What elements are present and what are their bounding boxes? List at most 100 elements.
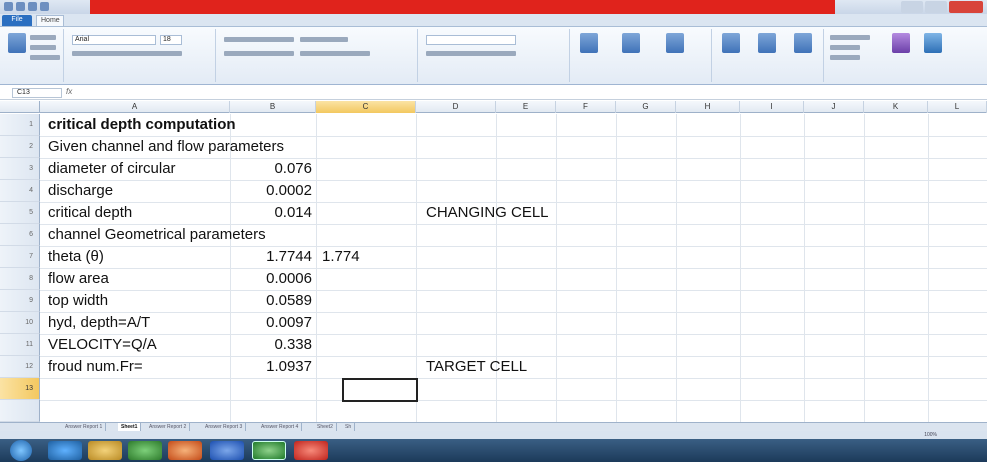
cell-styles-icon[interactable] xyxy=(666,33,684,53)
tab-file[interactable]: File xyxy=(2,15,32,26)
autosum-button[interactable] xyxy=(830,35,870,40)
cell-b5[interactable]: 0.014 xyxy=(232,204,312,222)
indent-buttons[interactable] xyxy=(224,51,294,56)
close-button[interactable] xyxy=(949,1,983,13)
sheet-tab-answer-report-1[interactable]: Answer Report 1 xyxy=(62,423,107,431)
cell-a9[interactable]: top width xyxy=(48,292,108,310)
row-header-9[interactable]: 9 xyxy=(0,290,40,312)
cell-b4[interactable]: 0.0002 xyxy=(232,182,312,200)
format-cells-icon[interactable] xyxy=(794,33,812,53)
tab-home[interactable]: Home xyxy=(36,15,64,26)
column-header-g[interactable]: G xyxy=(616,101,676,113)
cell-a12[interactable]: froud num.Fr= xyxy=(48,358,143,376)
row-header-1[interactable]: 1 xyxy=(0,114,40,136)
delete-cells-icon[interactable] xyxy=(758,33,776,53)
cell-a7[interactable]: theta (θ) xyxy=(48,248,104,266)
conditional-formatting-icon[interactable] xyxy=(580,33,598,53)
column-header-i[interactable]: I xyxy=(740,101,804,113)
paste-icon[interactable] xyxy=(8,33,26,53)
cell-b3[interactable]: 0.076 xyxy=(232,160,312,178)
column-header-k[interactable]: K xyxy=(864,101,928,113)
number-format-combo[interactable] xyxy=(426,35,516,45)
format-painter-button[interactable] xyxy=(30,55,60,60)
active-cell-c13[interactable] xyxy=(342,378,418,402)
row-header-8[interactable]: 8 xyxy=(0,268,40,290)
row-header-4[interactable]: 4 xyxy=(0,180,40,202)
row-header-3[interactable]: 3 xyxy=(0,158,40,180)
align-buttons[interactable] xyxy=(224,37,294,42)
cut-button[interactable] xyxy=(30,35,56,40)
column-header-c[interactable]: C xyxy=(316,101,416,113)
file-explorer-icon[interactable] xyxy=(88,441,122,460)
sheet-tab-sheet2[interactable]: Sheet2 xyxy=(314,423,337,431)
row-header-13[interactable]: 13 xyxy=(0,378,40,400)
find-select-icon[interactable] xyxy=(924,33,942,53)
sheet-tab-answer-report-3[interactable]: Answer Report 3 xyxy=(202,423,247,431)
merge-center-button[interactable] xyxy=(300,51,370,56)
insert-cells-icon[interactable] xyxy=(722,33,740,53)
media-player-icon[interactable] xyxy=(128,441,162,460)
sort-filter-icon[interactable] xyxy=(892,33,910,53)
font-name-combo[interactable]: Arial xyxy=(72,35,156,45)
row-header-12[interactable]: 12 xyxy=(0,356,40,378)
row-header-10[interactable]: 10 xyxy=(0,312,40,334)
window-controls[interactable] xyxy=(901,1,983,13)
fx-icon[interactable]: fx xyxy=(66,87,72,96)
save-icon[interactable] xyxy=(16,2,25,11)
row-header-11[interactable]: 11 xyxy=(0,334,40,356)
cell-a1[interactable]: critical depth computation xyxy=(48,116,236,134)
row-header-7[interactable]: 7 xyxy=(0,246,40,268)
worksheet-grid[interactable]: A B C D E F G H I J K L 1 2 3 4 5 6 7 8 … xyxy=(0,101,987,422)
minimize-button[interactable] xyxy=(901,1,923,13)
sheet-tab-answer-report-2[interactable]: Answer Report 2 xyxy=(146,423,191,431)
clear-button[interactable] xyxy=(830,55,860,60)
select-all-button[interactable] xyxy=(0,101,40,113)
cell-a10[interactable]: hyd, depth=A/T xyxy=(48,314,150,332)
wrap-text-button[interactable] xyxy=(300,37,348,42)
row-header-5[interactable]: 5 xyxy=(0,202,40,224)
cell-a11[interactable]: VELOCITY=Q/A xyxy=(48,336,157,354)
column-header-l[interactable]: L xyxy=(928,101,987,113)
font-size-combo[interactable]: 18 xyxy=(160,35,182,45)
cell-c7[interactable]: 1.774 xyxy=(318,248,412,266)
cell-b7[interactable]: 1.7744 xyxy=(232,248,312,266)
cell-b9[interactable]: 0.0589 xyxy=(232,292,312,310)
excel-icon[interactable] xyxy=(252,441,286,460)
column-header-e[interactable]: E xyxy=(496,101,556,113)
format-as-table-icon[interactable] xyxy=(622,33,640,53)
internet-explorer-icon[interactable] xyxy=(48,441,82,460)
zoom-level[interactable]: 100% xyxy=(924,431,937,439)
sheet-tab-answer-report-4[interactable]: Answer Report 4 xyxy=(258,423,303,431)
row-header-2[interactable]: 2 xyxy=(0,136,40,158)
cell-a5[interactable]: critical depth xyxy=(48,204,132,222)
cell-d5[interactable]: CHANGING CELL xyxy=(426,204,549,222)
sheet-tab-sh[interactable]: Sh xyxy=(342,423,356,431)
cell-b12[interactable]: 1.0937 xyxy=(232,358,312,376)
column-header-b[interactable]: B xyxy=(230,101,316,113)
start-button[interactable] xyxy=(10,440,32,461)
cell-b8[interactable]: 0.0006 xyxy=(232,270,312,288)
cell-a6[interactable]: channel Geometrical parameters xyxy=(48,226,266,244)
column-header-d[interactable]: D xyxy=(416,101,496,113)
font-format-buttons[interactable] xyxy=(72,51,182,56)
copy-button[interactable] xyxy=(30,45,56,50)
column-header-h[interactable]: H xyxy=(676,101,740,113)
cell-a8[interactable]: flow area xyxy=(48,270,109,288)
column-header-j[interactable]: J xyxy=(804,101,864,113)
cell-a3[interactable]: diameter of circular xyxy=(48,160,176,178)
sheet-tab-sheet1[interactable]: Sheet1 xyxy=(118,423,142,431)
undo-icon[interactable] xyxy=(28,2,37,11)
column-header-a[interactable]: A xyxy=(40,101,230,113)
cell-b10[interactable]: 0.0097 xyxy=(232,314,312,332)
cell-d12[interactable]: TARGET CELL xyxy=(426,358,527,376)
formula-input[interactable] xyxy=(80,88,970,98)
acrobat-icon[interactable] xyxy=(294,441,328,460)
chrome-icon[interactable] xyxy=(168,441,202,460)
number-format-buttons[interactable] xyxy=(426,51,516,56)
fill-button[interactable] xyxy=(830,45,860,50)
column-header-f[interactable]: F xyxy=(556,101,616,113)
quick-access-toolbar[interactable] xyxy=(4,2,49,11)
redo-icon[interactable] xyxy=(40,2,49,11)
word-icon[interactable] xyxy=(210,441,244,460)
row-header-6[interactable]: 6 xyxy=(0,224,40,246)
